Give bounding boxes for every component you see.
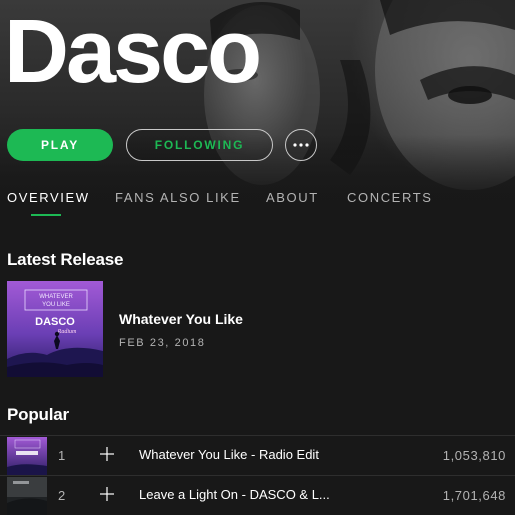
tab-fans-also-like[interactable]: FANS ALSO LIKE xyxy=(115,190,241,205)
track-thumbnail xyxy=(7,477,47,515)
latest-release-title[interactable]: Whatever You Like xyxy=(119,311,243,327)
tab-concerts[interactable]: CONCERTS xyxy=(347,190,433,205)
track-row[interactable]: 1 Whatever You Like - Radio Edit 1,053,8… xyxy=(0,435,515,475)
track-number: 1 xyxy=(58,448,66,463)
track-play-count: 1,701,648 xyxy=(442,488,506,503)
more-dots-icon xyxy=(293,143,309,147)
latest-release-date: FEB 23, 2018 xyxy=(119,337,206,349)
cover-feat: Radium xyxy=(57,329,77,335)
track-thumbnail xyxy=(7,437,47,475)
following-button[interactable]: FOLLOWING xyxy=(126,129,273,161)
plus-icon xyxy=(100,447,114,461)
more-options-button[interactable] xyxy=(285,129,317,161)
add-track-button[interactable] xyxy=(99,446,115,462)
latest-release-heading: Latest Release xyxy=(7,250,124,269)
track-title[interactable]: Leave a Light On - DASCO & L... xyxy=(139,487,330,502)
active-tab-indicator xyxy=(31,214,61,216)
cover-line2: YOU LIKE xyxy=(42,302,70,308)
track-title[interactable]: Whatever You Like - Radio Edit xyxy=(139,447,319,462)
track-row[interactable]: 2 Leave a Light On - DASCO & L... 1,701,… xyxy=(0,475,515,515)
add-track-button[interactable] xyxy=(99,486,115,502)
track-number: 2 xyxy=(58,488,66,503)
artist-name: Dasco xyxy=(4,2,262,102)
track-play-count: 1,053,810 xyxy=(442,448,506,463)
plus-icon xyxy=(100,487,114,501)
cover-artist: DASCO xyxy=(35,316,75,328)
cover-line1: WHATEVER xyxy=(39,294,73,300)
tab-about[interactable]: ABOUT xyxy=(266,190,319,205)
play-button[interactable]: PLAY xyxy=(7,129,113,161)
popular-heading: Popular xyxy=(7,405,69,424)
tab-overview[interactable]: OVERVIEW xyxy=(7,190,90,205)
latest-release-cover[interactable]: WHATEVER YOU LIKE DASCO Radium xyxy=(7,281,103,377)
